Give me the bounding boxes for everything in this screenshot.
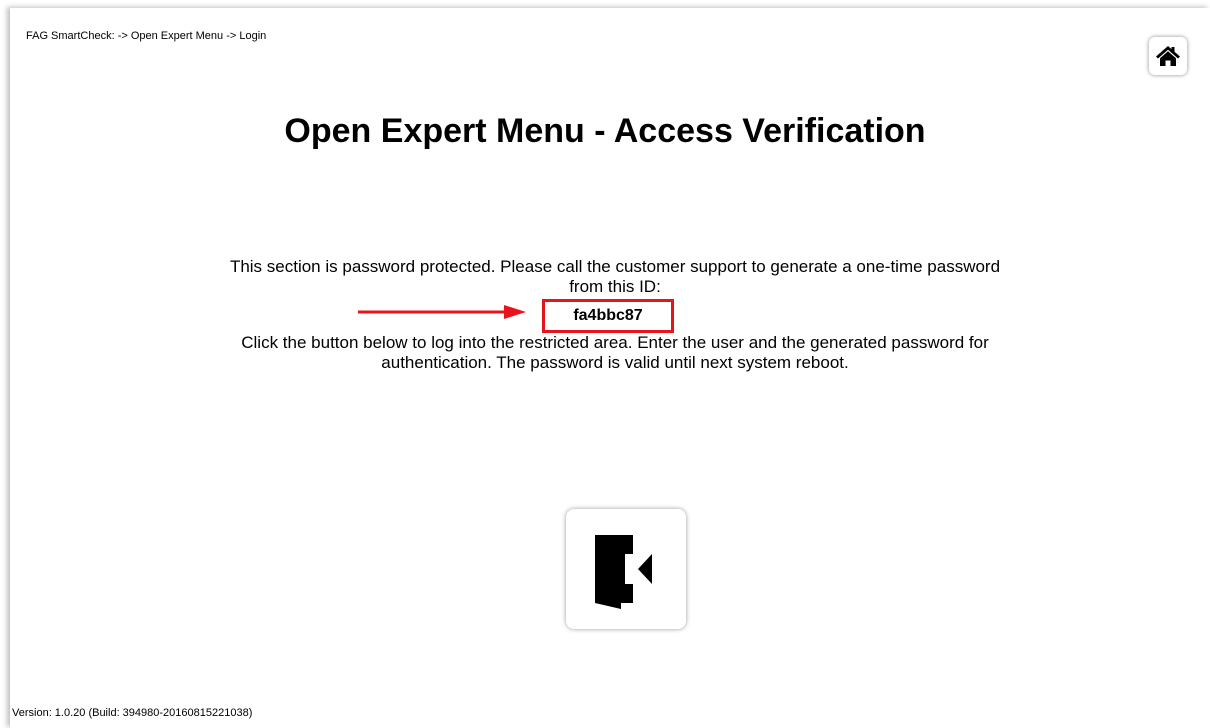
home-icon: [1156, 46, 1180, 66]
info-section: This section is password protected. Plea…: [225, 257, 1005, 373]
arrow-right-icon: [358, 305, 526, 319]
login-button[interactable]: [566, 509, 686, 629]
version-label: Version: 1.0.20 (Build: 394980-201608152…: [12, 707, 253, 719]
password-protected-text: This section is password protected. Plea…: [229, 257, 1001, 296]
door-enter-icon: [595, 535, 652, 609]
home-button[interactable]: [1149, 37, 1187, 75]
breadcrumb: FAG SmartCheck: -> Open Expert Menu -> L…: [26, 30, 267, 42]
login-instructions-text: Click the button below to log into the r…: [241, 333, 989, 372]
device-id-row: fa4bbc87: [225, 297, 1005, 333]
page-title: Open Expert Menu - Access Verification: [284, 112, 926, 150]
device-id: fa4bbc87: [542, 299, 674, 333]
